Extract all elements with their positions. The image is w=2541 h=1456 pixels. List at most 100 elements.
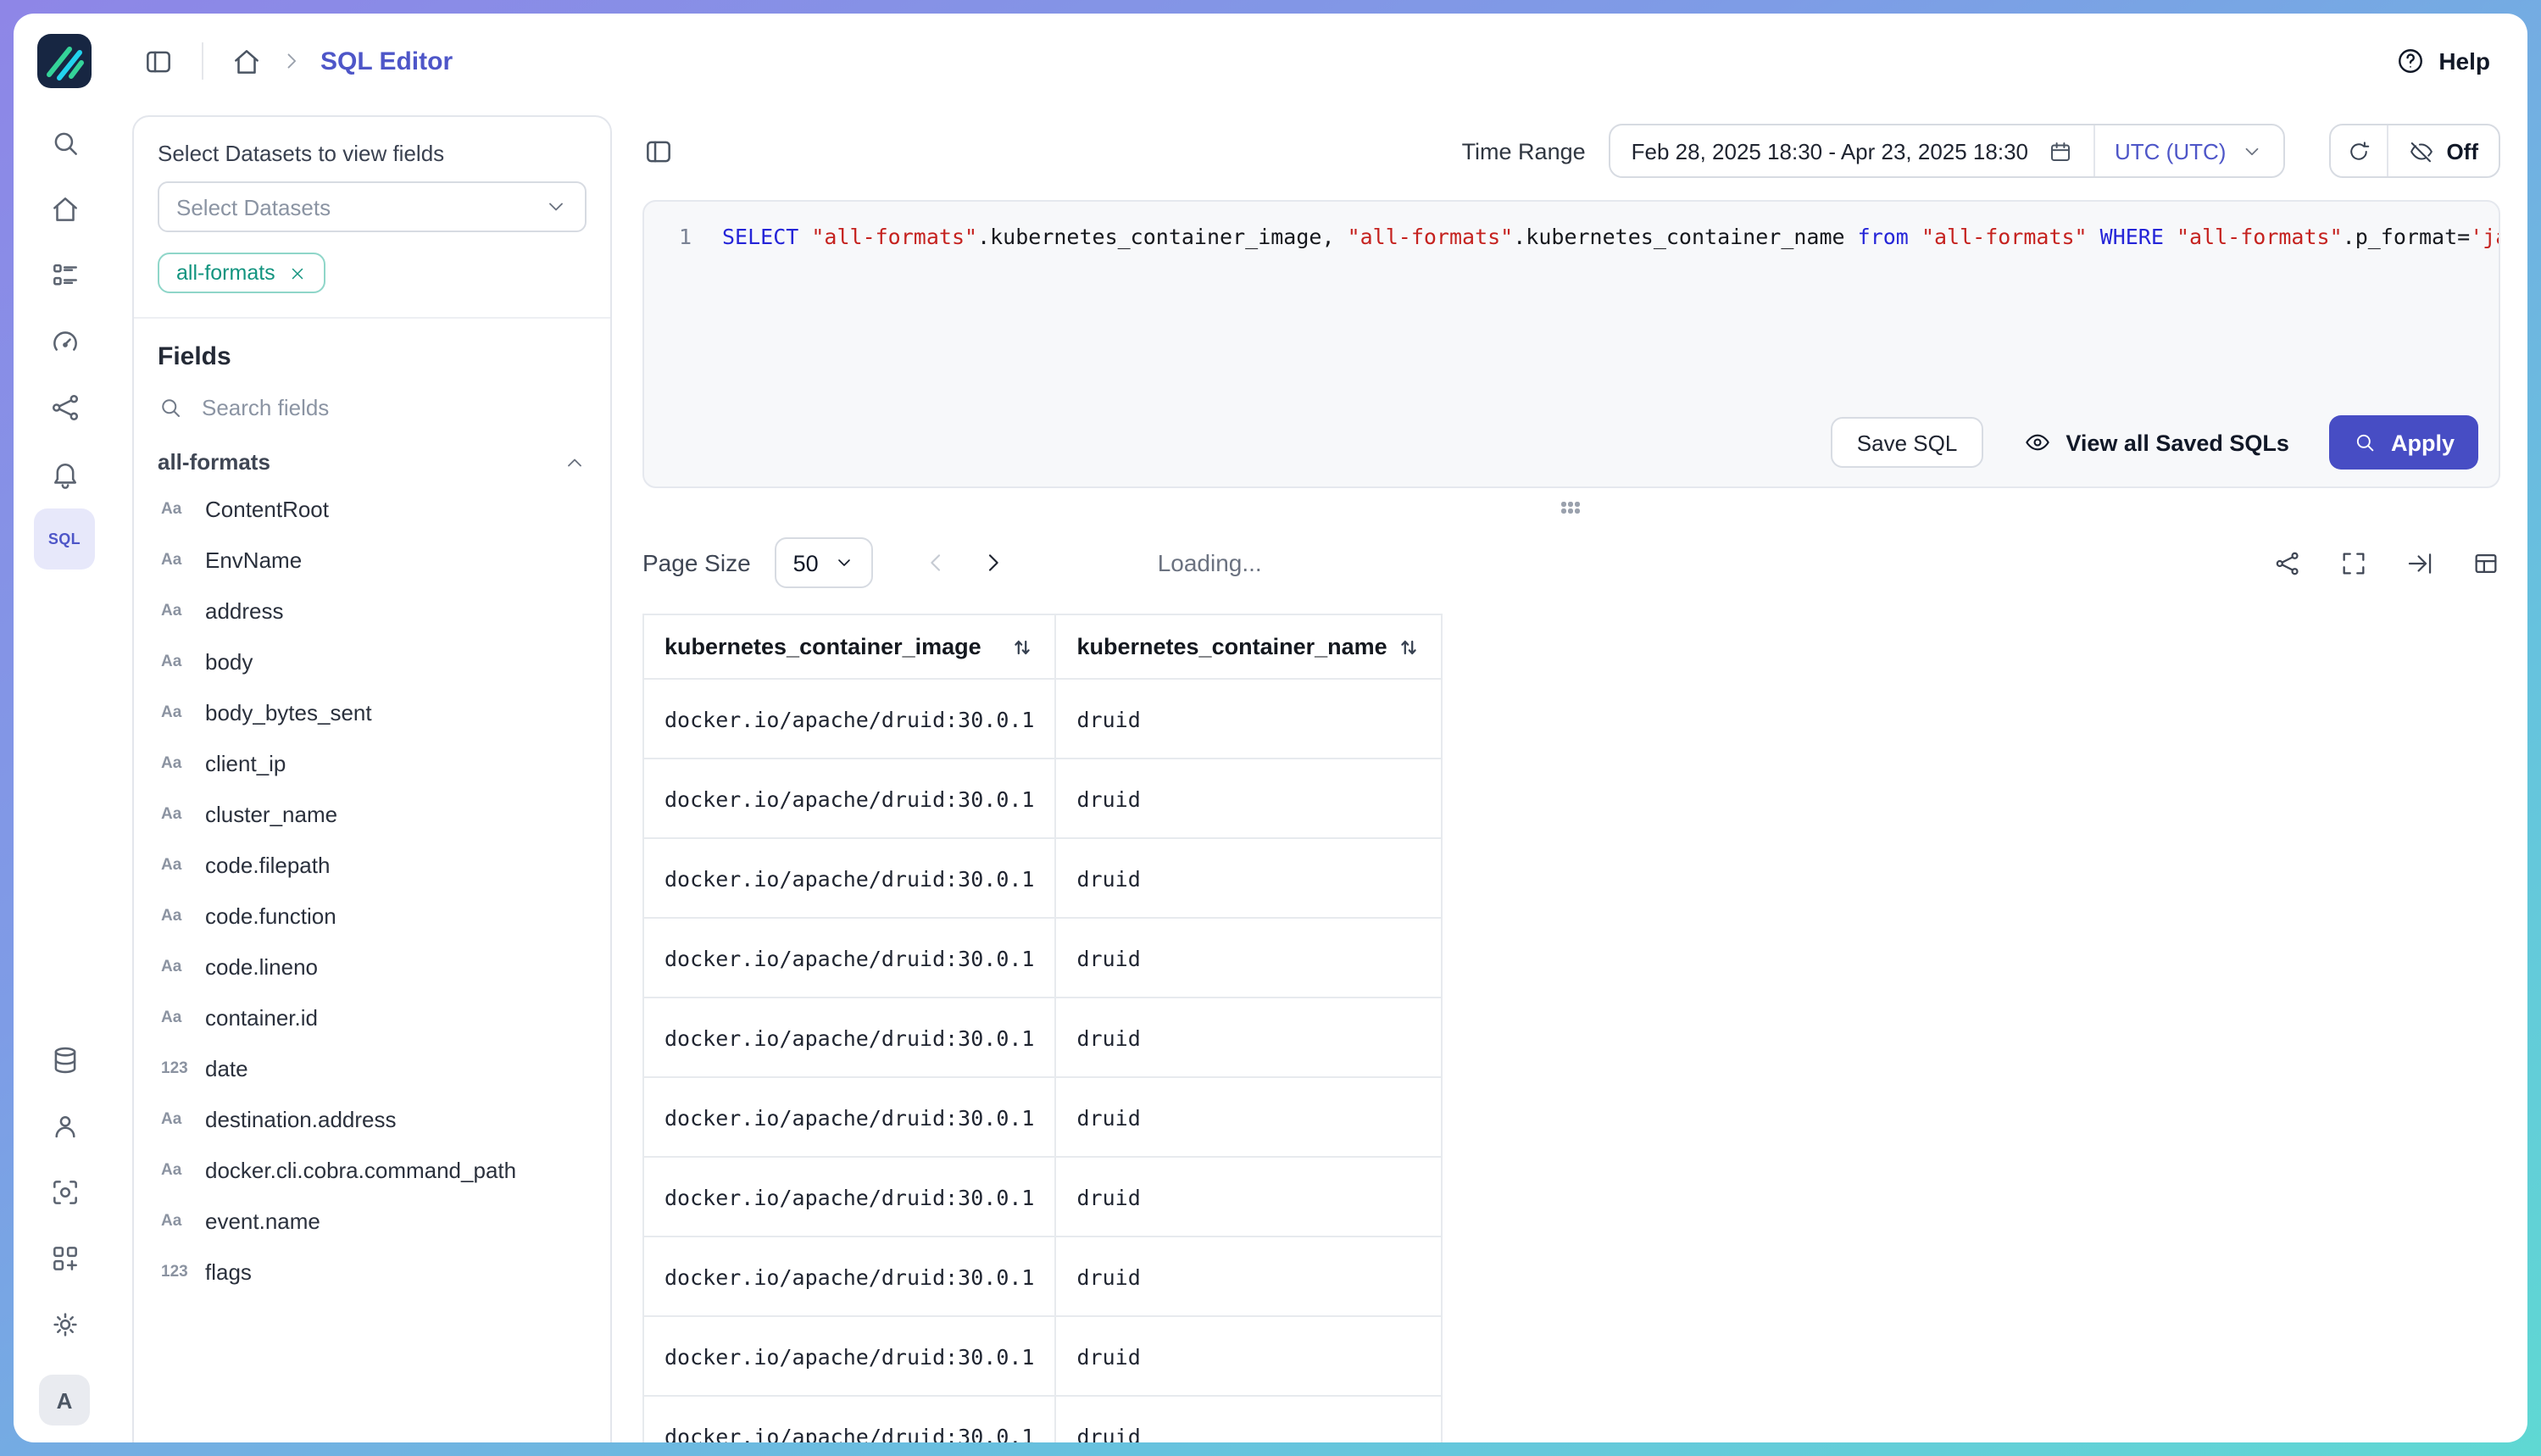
- view-saved-sqls-button[interactable]: View all Saved SQLs: [2013, 427, 2299, 458]
- apps-grid-icon[interactable]: [34, 1227, 95, 1288]
- table-cell[interactable]: docker.io/apache/druid:30.0.1: [643, 1077, 1056, 1157]
- table-cell[interactable]: docker.io/apache/druid:30.0.1: [643, 679, 1056, 759]
- table-cell[interactable]: druid: [1056, 759, 1443, 838]
- timezone-select[interactable]: UTC (UTC): [2094, 125, 2283, 176]
- breadcrumb-home-icon[interactable]: [231, 45, 263, 77]
- table-row[interactable]: docker.io/apache/druid:30.0.1 druid: [643, 838, 1443, 918]
- field-list-item[interactable]: Aa event.name: [158, 1195, 587, 1246]
- field-list-item[interactable]: Aa body_bytes_sent: [158, 686, 587, 737]
- table-row[interactable]: docker.io/apache/druid:30.0.1 druid: [643, 918, 1443, 998]
- table-row[interactable]: docker.io/apache/druid:30.0.1 druid: [643, 998, 1443, 1077]
- main-column: SQL Editor Help Select Datasets to view …: [115, 14, 2527, 1442]
- database-icon[interactable]: [34, 1029, 95, 1090]
- table-cell[interactable]: druid: [1056, 1157, 1443, 1236]
- field-group-header[interactable]: all-formats: [158, 449, 587, 475]
- field-list-item[interactable]: Aa address: [158, 585, 587, 636]
- user-avatar[interactable]: A: [39, 1375, 90, 1425]
- service-map-icon[interactable]: [34, 376, 95, 437]
- help-button[interactable]: Help: [2394, 46, 2490, 76]
- field-list-item[interactable]: Aa container.id: [158, 992, 587, 1042]
- table-row[interactable]: docker.io/apache/druid:30.0.1 druid: [643, 1157, 1443, 1236]
- table-cell[interactable]: docker.io/apache/druid:30.0.1: [643, 1236, 1056, 1316]
- field-list-item[interactable]: Aa EnvName: [158, 534, 587, 585]
- parseable-logo[interactable]: [36, 32, 93, 90]
- table-cell[interactable]: docker.io/apache/druid:30.0.1: [643, 759, 1056, 838]
- sidebar-toggle-icon[interactable]: [142, 45, 175, 77]
- sql-editor-label: SQL: [48, 531, 81, 547]
- table-row[interactable]: docker.io/apache/druid:30.0.1 druid: [643, 1077, 1443, 1157]
- field-list-item[interactable]: Aa code.function: [158, 890, 587, 941]
- field-list-item[interactable]: 123 flags: [158, 1246, 587, 1297]
- table-cell[interactable]: druid: [1056, 1316, 1443, 1396]
- sort-icon[interactable]: [1398, 635, 1421, 659]
- page-size-select[interactable]: 50: [775, 537, 873, 588]
- apply-button[interactable]: Apply: [2330, 415, 2478, 470]
- save-sql-button[interactable]: Save SQL: [1832, 417, 1983, 468]
- table-cell[interactable]: docker.io/apache/druid:30.0.1: [643, 998, 1056, 1077]
- explorer-list-icon[interactable]: [34, 244, 95, 305]
- settings-gear-icon[interactable]: [34, 1293, 95, 1354]
- field-list-item[interactable]: Aa code.filepath: [158, 839, 587, 890]
- sort-icon[interactable]: [1011, 635, 1035, 659]
- table-view-icon[interactable]: [2471, 548, 2500, 577]
- table-cell[interactable]: druid: [1056, 1396, 1443, 1442]
- table-row[interactable]: docker.io/apache/druid:30.0.1 druid: [643, 1316, 1443, 1396]
- table-cell[interactable]: docker.io/apache/druid:30.0.1: [643, 1157, 1056, 1236]
- panel-resize-handle[interactable]: [642, 502, 2500, 515]
- table-row[interactable]: docker.io/apache/druid:30.0.1 druid: [643, 1236, 1443, 1316]
- scan-icon[interactable]: [34, 1161, 95, 1222]
- field-list-item[interactable]: Aa code.lineno: [158, 941, 587, 992]
- table-cell[interactable]: druid: [1056, 1077, 1443, 1157]
- sql-editor-icon[interactable]: SQL: [34, 508, 95, 570]
- table-cell[interactable]: docker.io/apache/druid:30.0.1: [643, 918, 1056, 998]
- home-icon[interactable]: [34, 178, 95, 239]
- field-list-item[interactable]: Aa cluster_name: [158, 788, 587, 839]
- table-cell[interactable]: docker.io/apache/druid:30.0.1: [643, 1316, 1056, 1396]
- user-icon[interactable]: [34, 1095, 95, 1156]
- field-list-item[interactable]: Aa client_ip: [158, 737, 587, 788]
- table-row[interactable]: docker.io/apache/druid:30.0.1 druid: [643, 759, 1443, 838]
- sql-code-row[interactable]: 1 SELECT "all-formats".kubernetes_contai…: [644, 202, 2499, 253]
- select-datasets-dropdown[interactable]: Select Datasets: [158, 181, 587, 232]
- alerts-bell-icon[interactable]: [34, 442, 95, 503]
- share-icon[interactable]: [2273, 548, 2302, 577]
- next-page-button[interactable]: [971, 541, 1015, 585]
- field-list-item[interactable]: Aa destination.address: [158, 1093, 587, 1144]
- expand-right-icon[interactable]: [2405, 548, 2434, 577]
- table-row[interactable]: docker.io/apache/druid:30.0.1 druid: [643, 679, 1443, 759]
- time-range-controls: Time Range Feb 28, 2025 18:30 - Apr 23, …: [1462, 124, 2500, 178]
- table-cell[interactable]: docker.io/apache/druid:30.0.1: [643, 838, 1056, 918]
- refresh-icon[interactable]: [2331, 125, 2388, 176]
- fullscreen-icon[interactable]: [2339, 548, 2368, 577]
- field-list-item[interactable]: 123 date: [158, 1042, 587, 1093]
- panel-toggle-icon[interactable]: [642, 135, 675, 167]
- table-cell[interactable]: druid: [1056, 918, 1443, 998]
- prev-page-button[interactable]: [914, 541, 958, 585]
- search-icon[interactable]: [34, 112, 95, 173]
- field-label: address: [205, 597, 284, 623]
- gauge-icon[interactable]: [34, 310, 95, 371]
- dataset-chip-label: all-formats: [176, 261, 275, 285]
- live-off-toggle[interactable]: Off: [2388, 125, 2499, 176]
- dataset-chip[interactable]: all-formats: [158, 253, 326, 293]
- refresh-group: Off: [2329, 124, 2500, 178]
- date-range-button[interactable]: Feb 28, 2025 18:30 - Apr 23, 2025 18:30: [1611, 125, 2094, 176]
- table-cell[interactable]: druid: [1056, 1236, 1443, 1316]
- field-list-item[interactable]: Aa body: [158, 636, 587, 686]
- table-cell[interactable]: druid: [1056, 998, 1443, 1077]
- editor-toolbar: Time Range Feb 28, 2025 18:30 - Apr 23, …: [642, 122, 2500, 180]
- table-cell[interactable]: druid: [1056, 679, 1443, 759]
- column-header[interactable]: kubernetes_container_image: [643, 614, 1056, 679]
- table-cell[interactable]: docker.io/apache/druid:30.0.1: [643, 1396, 1056, 1442]
- field-label: body_bytes_sent: [205, 699, 372, 725]
- field-type-icon: Aa: [161, 1008, 190, 1026]
- sql-code-line[interactable]: SELECT "all-formats".kubernetes_containe…: [722, 220, 2499, 253]
- fields-title: Fields: [158, 342, 587, 371]
- table-row[interactable]: docker.io/apache/druid:30.0.1 druid: [643, 1396, 1443, 1442]
- chip-close-icon[interactable]: [289, 264, 308, 282]
- field-list-item[interactable]: Aa docker.cli.cobra.command_path: [158, 1144, 587, 1195]
- column-header[interactable]: kubernetes_container_name: [1056, 614, 1443, 679]
- table-cell[interactable]: druid: [1056, 838, 1443, 918]
- field-list-item[interactable]: Aa ContentRoot: [158, 483, 587, 534]
- search-fields-input[interactable]: [198, 393, 587, 422]
